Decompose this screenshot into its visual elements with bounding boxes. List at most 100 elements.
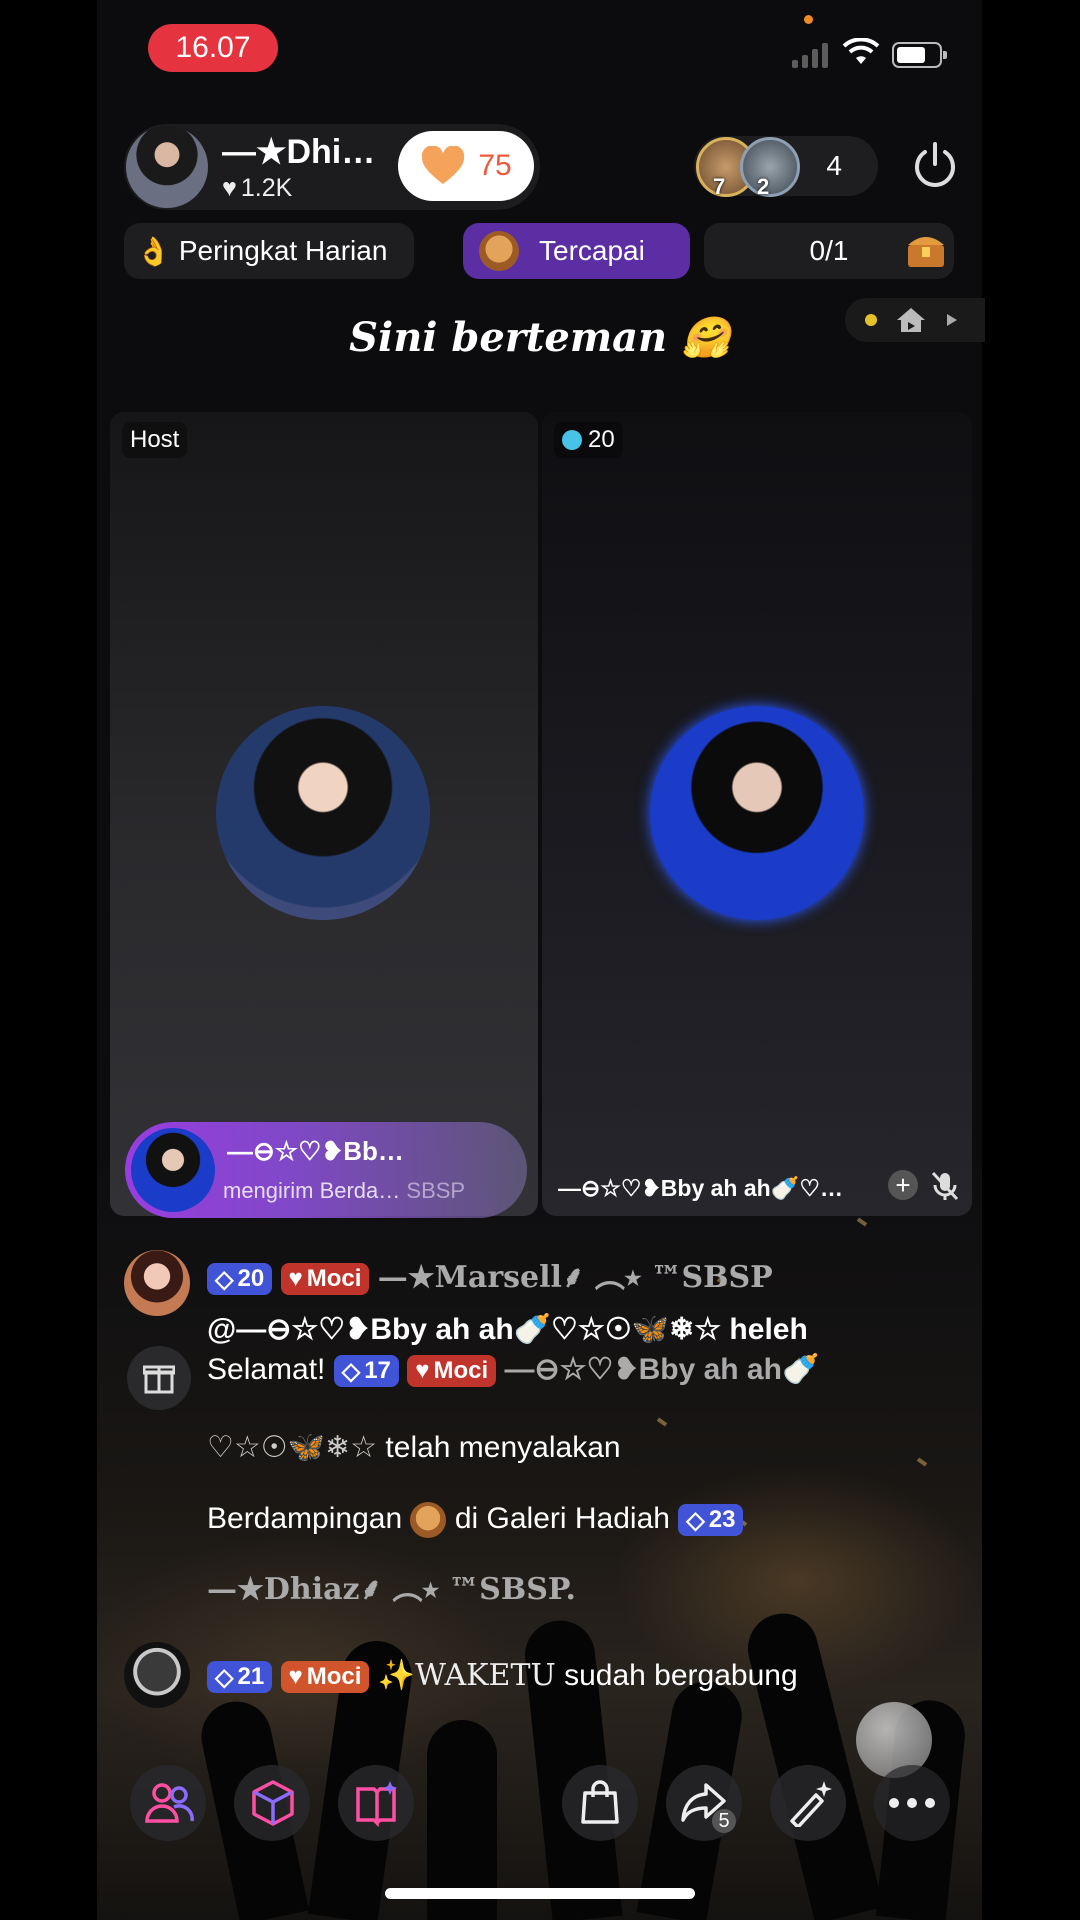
chat-avatar[interactable] <box>124 1250 190 1316</box>
chat-username[interactable]: —⊖☆♡❥Bby ah ah🍼 <box>505 1353 820 1386</box>
chat-mention: @—⊖☆♡❥Bby ah ah🍼♡☆☉🦋❄☆ heleh <box>207 1313 808 1346</box>
heart-icon <box>422 146 465 184</box>
bear-gift-icon <box>479 231 519 271</box>
viewer-list[interactable]: 7 2 4 <box>694 136 878 199</box>
daily-ranking-label: Peringkat Harian <box>178 235 388 266</box>
cube-icon <box>252 1780 294 1826</box>
task-progress-value: 0/1 <box>809 235 849 266</box>
level-value: 17 <box>364 1357 391 1385</box>
battery-icon <box>892 42 947 68</box>
level-value: 23 <box>708 1506 736 1534</box>
diamond-icon: ◇ <box>686 1506 705 1534</box>
fan-tag: ♥ Moci <box>280 1263 370 1296</box>
viewer-count: 4 <box>826 150 842 181</box>
level-value: 21 <box>237 1663 265 1691</box>
system-prefix: Selamat! <box>207 1353 326 1386</box>
mini-tool-bar[interactable] <box>845 298 985 342</box>
share-count: 5 <box>712 1809 736 1833</box>
level-badge: ◇ 21 <box>207 1661 273 1694</box>
fire-icon: 👌 <box>136 235 171 267</box>
fan-tag-label: Moci <box>306 1265 362 1293</box>
gift-notification: —⊖☆♡❥Bb… mengirim Berda… SBSP <box>125 1122 527 1218</box>
guest-badge: 20 <box>554 422 623 458</box>
users-icon <box>145 1783 194 1823</box>
join-message: ◇ 21 ♥ Moci ✨WAKETU sudah bergabung <box>207 1658 798 1694</box>
effects-button[interactable] <box>770 1765 846 1841</box>
cellular-signal-icon <box>792 40 828 68</box>
play-arrow-icon[interactable] <box>945 312 959 328</box>
chat-avatar[interactable] <box>124 1642 190 1708</box>
sender-name: —⊖☆♡❥Bb… <box>227 1136 404 1166</box>
chat-username[interactable]: —★Marsell⸙ ︵⭑ ™SBSP <box>378 1260 773 1295</box>
host-tag: Host <box>122 422 188 458</box>
level-value: 20 <box>237 1265 265 1293</box>
fan-tag: ♥ Moci <box>407 1355 497 1388</box>
guest-seat[interactable]: 20 —⊖☆♡❥Bby ah ah🍼♡… + <box>542 412 972 1216</box>
follow-guest-button[interactable]: + <box>888 1170 918 1200</box>
home-indicator[interactable] <box>385 1888 695 1899</box>
system-message-line: Berdampingan di Galeri Hadiah ◇ 23 <box>207 1502 744 1539</box>
gift-message-text: mengirim Berda… <box>223 1178 401 1203</box>
privacy-indicator <box>804 15 813 24</box>
gift-name: Berdampingan <box>207 1502 403 1535</box>
power-icon[interactable] <box>910 140 960 190</box>
gift-icon <box>143 1365 175 1394</box>
fan-tag: ♥ Moci <box>280 1661 370 1694</box>
shopping-bag-icon <box>581 1780 619 1824</box>
users-button[interactable] <box>130 1765 206 1841</box>
more-button[interactable] <box>874 1765 950 1841</box>
gift-message: mengirim Berda… SBSP <box>223 1178 465 1204</box>
host-seat[interactable]: Host —⊖☆♡❥Bb… mengirim Berda… SBSP <box>110 412 538 1218</box>
heart-icon: ♥ <box>222 174 237 202</box>
home-icon[interactable] <box>895 306 927 334</box>
stories-button[interactable] <box>338 1765 414 1841</box>
system-message: Selamat! ◇ 17 ♥ Moci —⊖☆♡❥Bby ah ah🍼 <box>207 1352 820 1388</box>
fan-tag-label: Moci <box>306 1663 362 1691</box>
guest-seat-avatar[interactable] <box>650 706 864 920</box>
chat-username[interactable]: ✨WAKETU <box>378 1658 556 1693</box>
system-text: telah menyalakan <box>385 1431 621 1464</box>
magic-wand-icon <box>790 1781 832 1827</box>
shop-button[interactable] <box>562 1765 638 1841</box>
gift-button[interactable] <box>127 1346 191 1410</box>
join-text: sudah bergabung <box>564 1659 798 1692</box>
heart-badge-icon: ♥ <box>288 1663 303 1691</box>
achieved-chip[interactable]: Tercapai <box>463 223 690 279</box>
system-text: di Galeri Hadiah <box>454 1502 670 1535</box>
level-badge: ◇ 23 <box>678 1504 744 1537</box>
more-icon <box>889 1798 935 1808</box>
host-seat-avatar[interactable] <box>216 706 430 920</box>
level-badge: ◇ 20 <box>207 1263 273 1296</box>
viewer-rank: 2 <box>757 174 770 199</box>
follow-count: 75 <box>478 149 512 182</box>
treasure-chest-icon <box>908 237 944 267</box>
status-dot <box>865 314 877 326</box>
system-message-line: ♡☆☉🦋❄☆ telah menyalakan <box>207 1430 621 1465</box>
follow-button[interactable]: 75 <box>398 131 534 201</box>
gift-message-ghost: SBSP <box>406 1178 466 1203</box>
name-decoration: ♡☆☉🦋❄☆ <box>207 1431 378 1464</box>
status-time: 16.07 <box>148 24 278 72</box>
diamond-icon: ◇ <box>215 1663 234 1691</box>
viewer-rank: 7 <box>713 174 726 199</box>
task-progress-chip[interactable]: 0/1 <box>704 223 954 279</box>
host-name: —★Dhi… <box>222 133 376 171</box>
items-button[interactable] <box>234 1765 310 1841</box>
wifi-icon <box>842 38 880 64</box>
host-likes-count: 1.2K <box>240 174 293 202</box>
chat-username[interactable]: —★Dhiaz⸙ ︵⭑ ™SBSP. <box>207 1564 576 1608</box>
host-info[interactable]: —★Dhi… ♥ 1.2K 75 <box>124 124 540 210</box>
viewer-avatar[interactable]: 2 <box>740 137 800 199</box>
achieved-label: Tercapai <box>539 235 645 266</box>
level-badge: ◇ 17 <box>333 1355 399 1388</box>
bear-gift-icon <box>410 1502 447 1539</box>
host-avatar[interactable] <box>126 126 208 208</box>
fan-tag-label: Moci <box>433 1357 489 1385</box>
book-sparkle-icon <box>356 1781 397 1827</box>
guest-badge-value: 20 <box>588 426 615 453</box>
diamond-icon: ◇ <box>341 1357 361 1385</box>
daily-ranking-chip[interactable]: 👌 Peringkat Harian <box>124 223 414 279</box>
mic-off-icon[interactable] <box>930 1170 960 1202</box>
share-button[interactable]: 5 <box>666 1765 742 1841</box>
diamond-icon <box>562 430 582 450</box>
